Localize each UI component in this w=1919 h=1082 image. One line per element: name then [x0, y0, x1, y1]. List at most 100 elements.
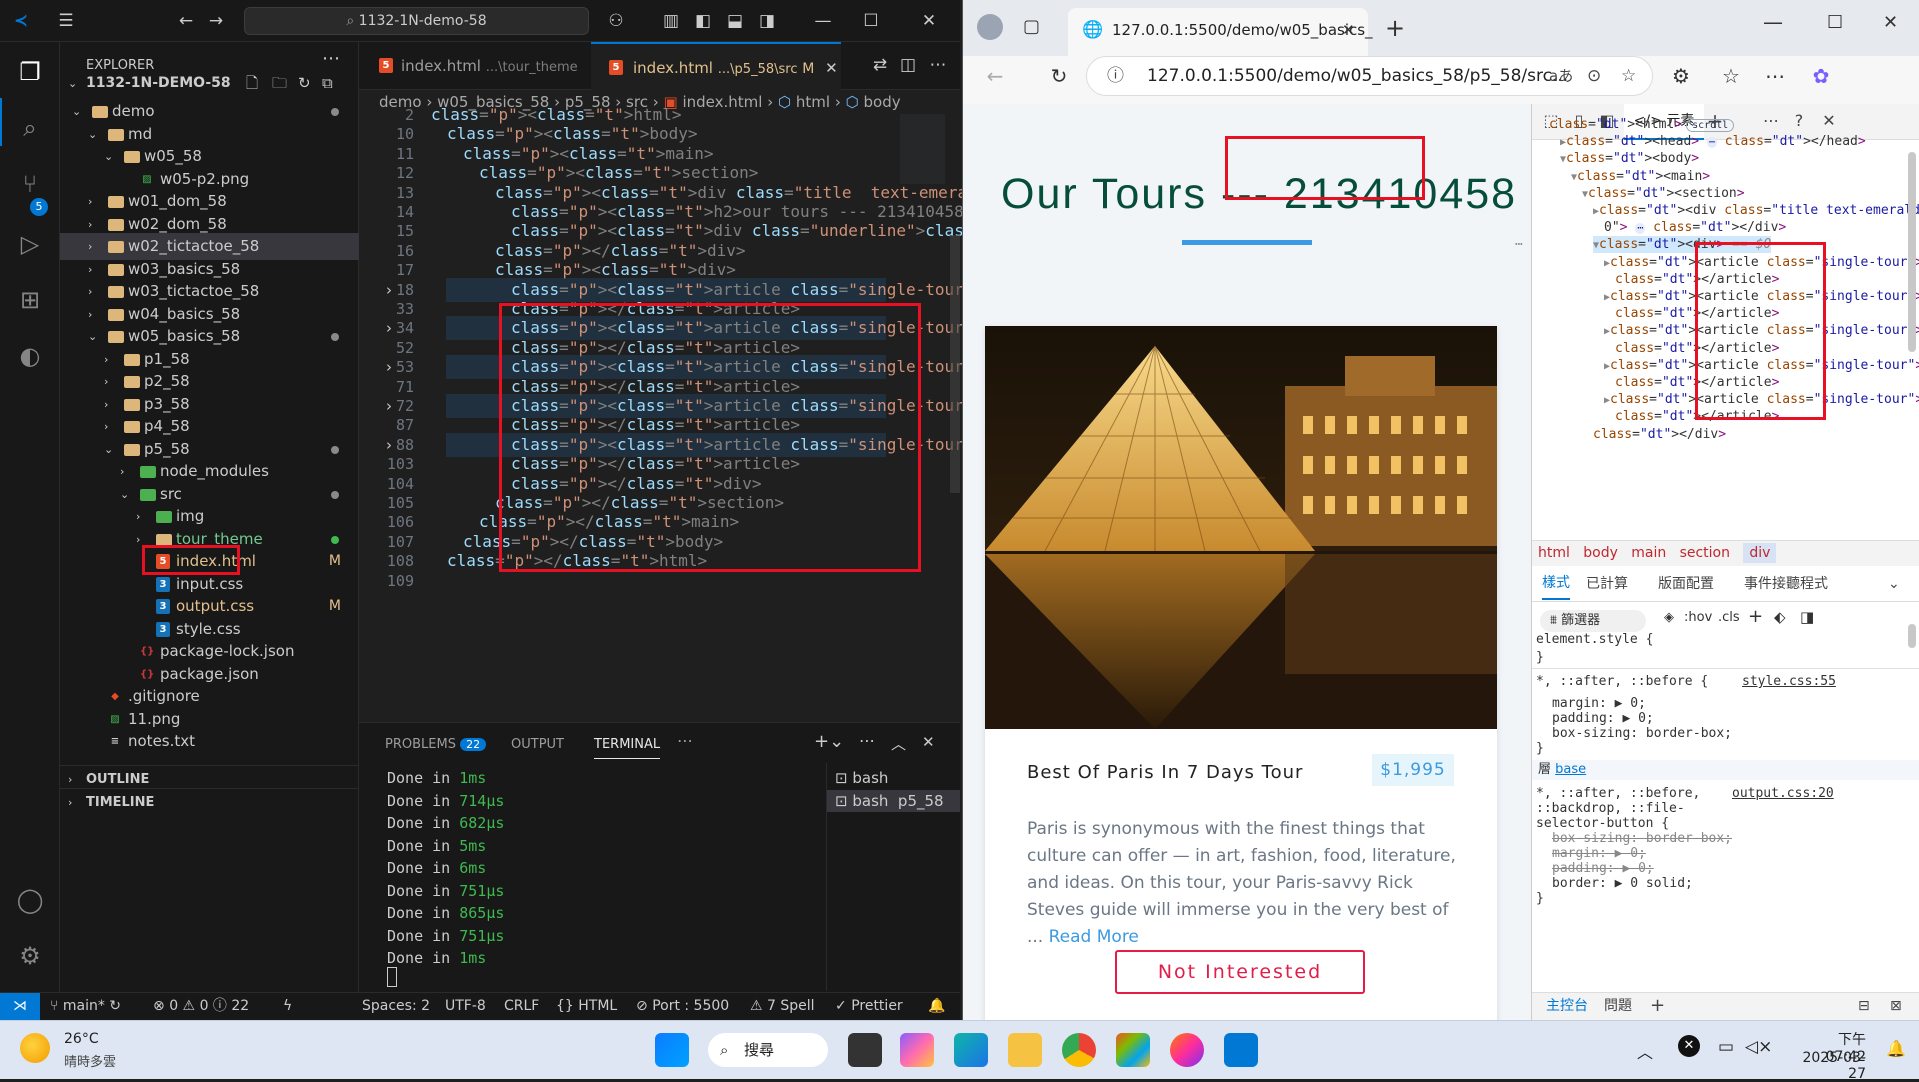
compare-icon[interactable]: ⇄ [869, 54, 891, 76]
close-icon[interactable]: ✕ [1883, 12, 1898, 33]
split-editor-icon[interactable]: ◫ [897, 54, 919, 76]
reload-icon[interactable]: ↻ [1047, 64, 1071, 88]
layers-icon[interactable]: ◈ [1664, 610, 1674, 625]
explorer-more-icon[interactable]: ⋯ [322, 48, 340, 69]
menu-icon[interactable]: ☰ [55, 10, 77, 32]
encoding-status[interactable]: UTF-8 [445, 993, 486, 1019]
panel-more-icon[interactable]: ⋯ [677, 731, 693, 750]
css-property-overridden[interactable]: margin: ▶ 0; [1552, 846, 1646, 862]
app-icon[interactable] [1116, 1033, 1150, 1067]
css-property[interactable]: padding: ▶ 0; [1552, 711, 1654, 727]
tab-index-p5-src[interactable]: 5 index.html ...\p5_58\src M ✕ [591, 42, 841, 90]
workspace-header[interactable]: ⌄ 1132-1N-DEMO-58 🗋 🗀 ↻ ⧉ [60, 70, 359, 97]
new-file-icon[interactable]: 🗋 [246, 70, 258, 97]
breadcrumb-item[interactable]: body [864, 93, 901, 111]
notifications-icon[interactable]: 🔔 [928, 993, 945, 1019]
minimap[interactable] [900, 114, 945, 184]
account-icon[interactable]: ◯ [12, 882, 48, 918]
copilot-icon[interactable]: ⚇ [605, 10, 627, 32]
tab-console[interactable]: 主控台 [1546, 993, 1588, 1019]
remote-explorer-icon[interactable]: ◐ [12, 338, 48, 374]
tray-app-icon[interactable]: ✕ [1678, 1035, 1700, 1057]
settings-gear-icon[interactable]: ⚙ [12, 938, 48, 974]
spell-status[interactable]: ⚠ 7 Spell [750, 993, 815, 1019]
dom-node[interactable]: ▼class="dt"><section> [1582, 185, 1745, 202]
tab-output[interactable]: OUTPUT [511, 737, 564, 752]
tab-close-icon[interactable]: ✕ [1342, 8, 1355, 52]
weather-sun-icon[interactable] [20, 1033, 50, 1063]
terminal-list-item-active[interactable]: ⊡ bash p5_58 [827, 790, 960, 812]
layer-link[interactable]: base [1555, 762, 1586, 777]
remote-indicator-icon[interactable]: ⋊ [0, 993, 40, 1020]
chevron-down-icon[interactable]: ⌄ [1888, 568, 1900, 600]
tab-layout[interactable]: 版面配置 [1658, 568, 1714, 600]
close-icon[interactable]: ✕ [918, 10, 940, 32]
dom-crumb-active[interactable]: div [1743, 543, 1777, 563]
dom-node[interactable]: ▶class="dt"><div class="title text-emera… [1593, 202, 1919, 219]
styles-scrollbar[interactable] [1908, 624, 1916, 648]
language-status[interactable]: {} HTML [556, 993, 617, 1019]
rule-selector[interactable]: *, ::after, ::before, [1536, 786, 1700, 802]
not-interested-button[interactable]: Not Interested [1115, 950, 1365, 994]
vscode-app-icon[interactable] [1224, 1033, 1258, 1067]
new-folder-icon[interactable]: 🗀 [272, 70, 287, 97]
prettier-status[interactable]: ✓ Prettier [835, 993, 903, 1019]
tray-chevron-icon[interactable]: ︿ [1637, 1039, 1653, 1063]
css-property[interactable]: border: ▶ 0 solid; [1552, 876, 1693, 892]
weather-desc[interactable]: 晴時多雲 [64, 1051, 116, 1070]
eol-status[interactable]: CRLF [504, 993, 539, 1019]
css-property[interactable]: margin: ▶ 0; [1552, 696, 1646, 712]
new-terminal-icon[interactable]: +⌄ [814, 731, 844, 752]
styles-filter-input[interactable]: ⩩ 篩選器 [1540, 610, 1646, 632]
tab-actions-icon[interactable]: ▢ [1023, 16, 1040, 37]
settings-more-icon[interactable]: ⋯ [1763, 64, 1787, 88]
maximize-icon[interactable]: ☐ [1827, 12, 1843, 33]
breadcrumb-item[interactable]: html [796, 93, 830, 111]
drawer-close-icon[interactable]: ⊠ [1890, 993, 1902, 1019]
git-branch[interactable]: ⑂ main* ↻ [50, 993, 121, 1019]
rule-universal-selector[interactable]: *, ::after, ::before { [1536, 674, 1708, 690]
close-panel-icon[interactable]: ✕ [922, 733, 935, 751]
dom-crumb[interactable]: main [1631, 545, 1666, 561]
read-aloud-icon[interactable]: aあ [1549, 57, 1573, 95]
task-view-icon[interactable] [848, 1033, 882, 1067]
hov-toggle[interactable]: :hov [1684, 610, 1712, 625]
address-bar[interactable]: ⓘ 127.0.0.1:5500/demo/w05_basics_58/p5_5… [1086, 56, 1653, 96]
help-icon[interactable]: ? [1788, 110, 1810, 132]
tab-problems[interactable]: PROBLEMS 22 [385, 737, 487, 752]
tab-event-listeners[interactable]: 事件接聽程式 [1744, 568, 1828, 600]
editor-scrollbar[interactable] [950, 235, 960, 493]
more-tools-icon[interactable]: ⊙ [1587, 57, 1601, 95]
dom-node[interactable]: class="dt"><html> scroll [1549, 116, 1735, 133]
node-actions-icon[interactable]: ⋯ [1515, 236, 1523, 253]
extensions-icon[interactable]: ⊞ [12, 282, 48, 318]
dom-scrollbar[interactable] [1908, 152, 1916, 352]
favorites-icon[interactable]: ☆ [1719, 64, 1743, 88]
tab-styles[interactable]: 樣式 [1542, 568, 1570, 600]
file-explorer-icon[interactable] [1008, 1033, 1042, 1067]
dom-crumb[interactable]: html [1538, 545, 1570, 561]
source-control-icon[interactable]: ⑂ [12, 166, 48, 202]
breadcrumb-item[interactable]: index.html [682, 93, 762, 111]
rule-element-style[interactable]: element.style { [1536, 632, 1653, 648]
css-property-overridden[interactable]: box-sizing: border-box; [1552, 831, 1732, 847]
dom-node[interactable]: class="dt"></div> [1593, 426, 1726, 443]
back-arrow-icon[interactable]: ← [175, 10, 197, 32]
network-icon[interactable]: ▭ [1718, 1037, 1734, 1057]
tab-index-tour-theme[interactable]: 5 index.html ...\tour_theme [359, 42, 591, 90]
read-more-link[interactable]: Read More [1049, 927, 1139, 947]
add-drawer-tab-icon[interactable]: + [1650, 993, 1665, 1019]
maximize-icon[interactable]: ☐ [860, 10, 882, 32]
minimize-icon[interactable]: — [812, 10, 834, 32]
edge-app-icon[interactable] [954, 1033, 988, 1067]
toggle-secondary-sidebar-icon[interactable]: ◨ [756, 10, 778, 32]
drawer-dock-icon[interactable]: ⊟ [1858, 993, 1870, 1019]
dom-node[interactable]: ▼class="dt"><main> [1571, 168, 1710, 185]
lightning-icon[interactable]: ϟ [283, 993, 292, 1019]
notification-bell-icon[interactable]: 🔔 [1886, 1039, 1906, 1058]
clock-date[interactable]: 2025-03-27 [1794, 1050, 1866, 1082]
toggle-panel-icon[interactable]: ⬓ [724, 10, 746, 32]
devtools-more-icon[interactable]: ⋯ [1760, 110, 1782, 132]
problems-status[interactable]: ⊗ 0 ⚠ 0 ⓘ 22 [153, 993, 249, 1019]
collapse-all-icon[interactable]: ⧉ [322, 70, 333, 97]
